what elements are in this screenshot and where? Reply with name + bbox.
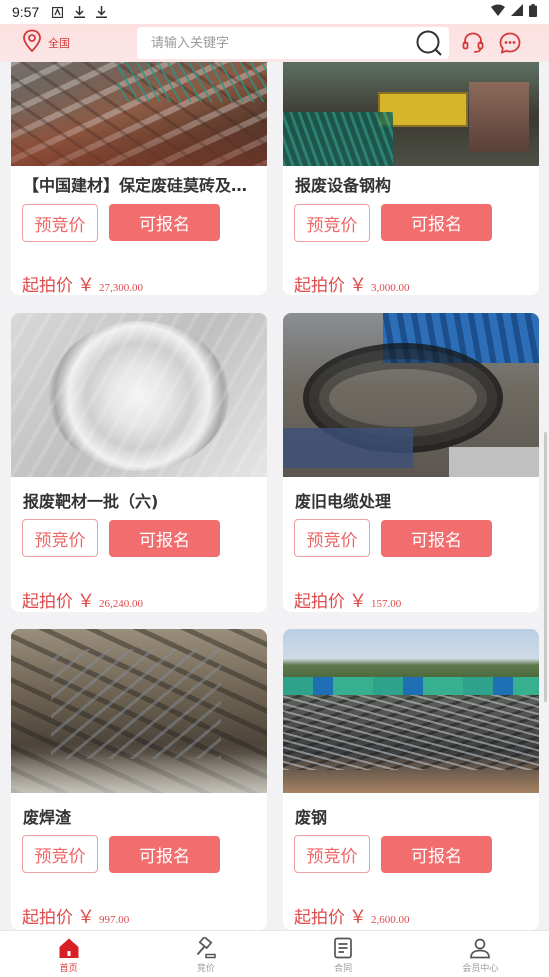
pre-bid-button[interactable]: 预竞价 bbox=[294, 835, 370, 873]
tab-bidding[interactable]: 竞价 bbox=[137, 931, 274, 977]
auction-image-scrap-steel bbox=[283, 629, 539, 793]
auction-card[interactable]: 废焊渣 预竞价 可报名 起拍价 ￥ 997.00 bbox=[11, 629, 267, 930]
register-button[interactable]: 可报名 bbox=[381, 520, 492, 557]
auction-card[interactable]: 报废设备钢构 预竞价 可报名 起拍价 ￥ 3,000.00 bbox=[283, 62, 539, 295]
tab-label: 首页 bbox=[59, 964, 78, 974]
register-button[interactable]: 可报名 bbox=[109, 204, 220, 241]
register-button[interactable]: 可报名 bbox=[381, 836, 492, 873]
search-input[interactable] bbox=[151, 35, 401, 51]
location-selector[interactable]: 全国 bbox=[22, 29, 122, 57]
auction-title: 废钢 bbox=[295, 808, 328, 827]
price-label: 起拍价 bbox=[294, 592, 345, 612]
download-icon bbox=[95, 6, 107, 18]
currency-symbol: ￥ bbox=[77, 275, 95, 295]
price-value: 3,000.00 bbox=[371, 282, 410, 294]
price-value: 997.00 bbox=[99, 914, 130, 926]
battery-icon bbox=[529, 3, 537, 21]
pre-bid-button[interactable]: 预竞价 bbox=[22, 204, 98, 242]
register-button[interactable]: 可报名 bbox=[109, 836, 220, 873]
starting-price: 起拍价 ￥ 27,300.00 bbox=[22, 271, 143, 295]
price-value: 2,600.00 bbox=[371, 914, 410, 926]
register-button[interactable]: 可报名 bbox=[381, 204, 492, 241]
price-value: 26,240.00 bbox=[99, 598, 143, 610]
currency-symbol: ￥ bbox=[349, 907, 367, 928]
currency-symbol: ￥ bbox=[77, 591, 95, 612]
price-label: 起拍价 bbox=[294, 908, 345, 928]
price-label: 起拍价 bbox=[22, 908, 73, 928]
auction-list: 【中国建材】保定废硅莫砖及… 预竞价 可报名 起拍价 ￥ 27,300.00 报… bbox=[0, 62, 549, 930]
auction-image-bricks bbox=[11, 62, 267, 166]
top-header: 全国 bbox=[0, 24, 549, 62]
starting-price: 起拍价 ￥ 2,600.00 bbox=[294, 903, 410, 929]
download-icon bbox=[73, 6, 85, 18]
auction-title: 报废靶材一批（六) bbox=[23, 492, 159, 511]
price-label: 起拍价 bbox=[294, 276, 345, 295]
auction-image-equipment bbox=[283, 62, 539, 166]
customer-service-icon[interactable] bbox=[460, 30, 486, 56]
starting-price: 起拍价 ￥ 3,000.00 bbox=[294, 271, 410, 295]
pre-bid-button[interactable]: 预竞价 bbox=[294, 204, 370, 242]
tab-contract[interactable]: 合同 bbox=[275, 931, 412, 977]
register-button[interactable]: 可报名 bbox=[109, 520, 220, 557]
currency-symbol: ￥ bbox=[77, 907, 95, 928]
price-value: 27,300.00 bbox=[99, 282, 143, 294]
scrollbar[interactable] bbox=[544, 432, 547, 702]
price-label: 起拍价 bbox=[22, 592, 73, 612]
auction-card[interactable]: 废旧电缆处理 预竞价 可报名 起拍价 ￥ 157.00 bbox=[283, 313, 539, 612]
auction-card[interactable]: 【中国建材】保定废硅莫砖及… 预竞价 可报名 起拍价 ￥ 27,300.00 bbox=[11, 62, 267, 295]
pre-bid-button[interactable]: 预竞价 bbox=[22, 519, 98, 557]
starting-price: 起拍价 ￥ 157.00 bbox=[294, 587, 401, 612]
contract-icon bbox=[332, 937, 354, 959]
auction-image-cables bbox=[283, 313, 539, 477]
tab-home[interactable]: 首页 bbox=[0, 931, 137, 977]
price-value: 157.00 bbox=[371, 598, 402, 610]
signal-icon bbox=[511, 4, 523, 20]
message-icon[interactable] bbox=[497, 30, 523, 56]
price-label: 起拍价 bbox=[22, 276, 73, 295]
search-icon[interactable] bbox=[415, 29, 443, 57]
auction-image-welding-slag bbox=[11, 629, 267, 793]
bottom-tab-bar: 首页 竞价 合同 会员中心 bbox=[0, 930, 549, 977]
pre-bid-button[interactable]: 预竞价 bbox=[22, 835, 98, 873]
auction-card[interactable]: 废钢 预竞价 可报名 起拍价 ￥ 2,600.00 bbox=[283, 629, 539, 930]
currency-symbol: ￥ bbox=[349, 591, 367, 612]
auction-image-target bbox=[11, 313, 267, 477]
tab-label: 竞价 bbox=[196, 964, 215, 974]
tab-label: 合同 bbox=[334, 964, 353, 974]
pre-bid-button[interactable]: 预竞价 bbox=[294, 519, 370, 557]
location-label: 全国 bbox=[48, 37, 70, 50]
location-pin-icon bbox=[22, 29, 42, 57]
currency-symbol: ￥ bbox=[349, 275, 367, 295]
starting-price: 起拍价 ￥ 997.00 bbox=[22, 903, 129, 929]
starting-price: 起拍价 ￥ 26,240.00 bbox=[22, 587, 143, 612]
status-bar: 9:57 bbox=[0, 0, 549, 24]
auction-title: 报废设备钢构 bbox=[295, 176, 392, 195]
auction-title: 废焊渣 bbox=[23, 808, 72, 827]
tab-member-center[interactable]: 会员中心 bbox=[412, 931, 549, 977]
home-icon bbox=[58, 937, 80, 959]
user-icon bbox=[469, 937, 491, 959]
search-box[interactable] bbox=[137, 27, 449, 59]
status-time: 9:57 bbox=[12, 4, 40, 20]
notification-a-icon bbox=[51, 6, 63, 18]
auction-card[interactable]: 报废靶材一批（六) 预竞价 可报名 起拍价 ￥ 26,240.00 bbox=[11, 313, 267, 612]
tab-label: 会员中心 bbox=[462, 964, 499, 974]
gavel-icon bbox=[195, 937, 217, 959]
wifi-icon bbox=[491, 4, 505, 20]
auction-title: 【中国建材】保定废硅莫砖及… bbox=[23, 176, 248, 195]
auction-title: 废旧电缆处理 bbox=[295, 492, 392, 511]
